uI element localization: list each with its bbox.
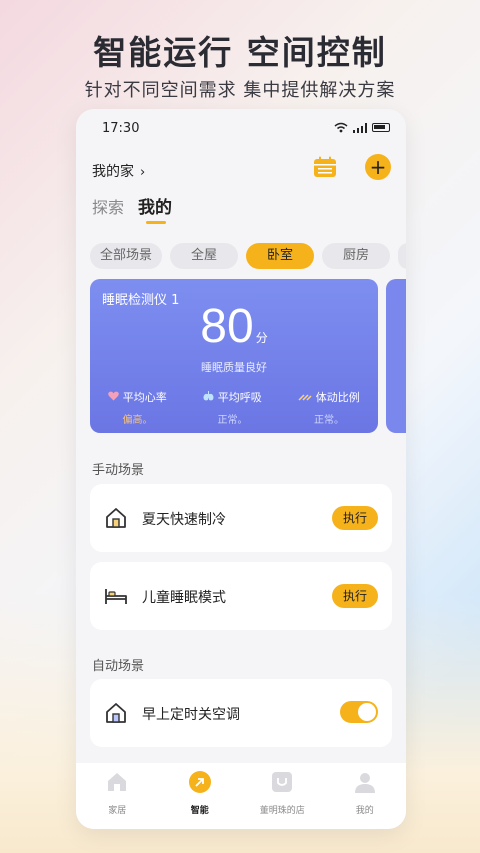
scene-toggle[interactable] xyxy=(340,701,378,723)
heart-icon xyxy=(108,391,120,401)
metric-breathing-value: 正常。 xyxy=(217,415,248,426)
sleep-card-carousel: 睡眠检测仪 1 80 分 睡眠质量良好 平均心率 偏高。 平均呼吸 正常。 体动… xyxy=(90,279,406,433)
calendar-icon[interactable] xyxy=(313,156,337,178)
nav-shop-label: 董明珠的店 xyxy=(259,806,305,816)
phone-screen: 17:30 我的家 › + 探索 我的 全部场景 全屋 卧室 厨房 睡眠检测仪 … xyxy=(76,109,406,829)
scene-label: 早上定时关空调 xyxy=(142,707,240,723)
home-title: 我的家 xyxy=(92,164,134,180)
sleep-quality: 睡眠质量良好 xyxy=(201,361,267,374)
manual-scenes-title: 手动场景 xyxy=(92,463,145,478)
nav-home[interactable]: 家居 xyxy=(82,763,152,829)
nav-profile[interactable]: 我的 xyxy=(330,763,400,829)
room-chips: 全部场景 全屋 卧室 厨房 xyxy=(90,243,406,269)
promo-headline: 智能运行 空间控制 xyxy=(93,33,387,72)
metric-motion-label: 体动比例 xyxy=(315,391,360,404)
house-icon xyxy=(106,703,126,723)
metric-breathing: 平均呼吸 正常。 xyxy=(203,389,262,426)
chip-kitchen[interactable]: 厨房 xyxy=(322,243,391,269)
lungs-icon xyxy=(203,391,214,401)
execute-button[interactable]: 执行 xyxy=(332,584,378,608)
nav-profile-label: 我的 xyxy=(355,806,374,816)
metric-motion: 体动比例 正常。 xyxy=(298,389,360,426)
signal-icon xyxy=(353,122,367,133)
metric-heart-rate-label: 平均心率 xyxy=(122,391,167,404)
execute-button[interactable]: 执行 xyxy=(332,506,378,530)
sleep-score-value: 80 xyxy=(200,300,254,353)
next-device-card[interactable] xyxy=(386,279,406,433)
chip-whole-house[interactable]: 全屋 xyxy=(170,243,239,269)
chip-all-scenes[interactable]: 全部场景 xyxy=(90,243,163,269)
sleep-monitor-card[interactable]: 睡眠检测仪 1 80 分 睡眠质量良好 平均心率 偏高。 平均呼吸 正常。 体动… xyxy=(90,279,378,433)
chip-bedroom[interactable]: 卧室 xyxy=(246,243,315,269)
wifi-icon xyxy=(334,122,348,133)
scene-card-child-sleep[interactable]: 儿童睡眠模式 执行 xyxy=(90,562,392,630)
scene-label: 儿童睡眠模式 xyxy=(142,590,226,606)
nav-shop[interactable]: 董明珠的店 xyxy=(247,763,317,829)
scene-label: 夏天快速制冷 xyxy=(142,512,226,528)
bed-icon xyxy=(105,589,127,604)
tab-mine[interactable]: 我的 xyxy=(138,193,172,224)
status-icons xyxy=(334,122,390,133)
tab-explore[interactable]: 探索 xyxy=(92,194,124,218)
metric-heart-rate-value: 偏高。 xyxy=(122,415,153,426)
chevron-right-icon: › xyxy=(140,165,146,180)
metric-heart-rate: 平均心率 偏高。 xyxy=(108,389,167,426)
bottom-nav: 家居 智能 董明珠的店 我的 xyxy=(76,763,406,829)
plus-icon: + xyxy=(369,155,387,179)
nav-smart[interactable]: 智能 xyxy=(165,763,235,829)
metric-motion-value: 正常。 xyxy=(314,415,344,426)
smart-icon xyxy=(188,771,211,793)
top-tabs: 探索 我的 xyxy=(92,193,172,224)
scene-card-summer-cooling[interactable]: 夏天快速制冷 执行 xyxy=(90,484,392,552)
sleep-score: 80 分 xyxy=(90,299,378,354)
sleep-score-unit: 分 xyxy=(255,331,268,345)
status-time: 17:30 xyxy=(102,121,140,136)
home-icon xyxy=(108,773,127,791)
auto-scenes-title: 自动场景 xyxy=(92,659,145,674)
nav-smart-label: 智能 xyxy=(190,806,209,816)
shop-icon xyxy=(272,772,293,792)
house-icon xyxy=(106,508,126,528)
battery-icon xyxy=(372,123,390,132)
status-bar: 17:30 xyxy=(76,109,406,149)
motion-icon xyxy=(298,394,312,401)
profile-icon xyxy=(354,773,375,793)
home-selector[interactable]: 我的家 › xyxy=(92,161,145,181)
chip-more[interactable] xyxy=(398,243,406,269)
promo-subline: 针对不同空间需求 集中提供解决方案 xyxy=(84,80,396,101)
metric-breathing-label: 平均呼吸 xyxy=(217,391,262,404)
add-button[interactable]: + xyxy=(365,154,391,180)
nav-home-label: 家居 xyxy=(108,806,127,816)
scene-card-morning-ac-off[interactable]: 早上定时关空调 xyxy=(90,679,392,747)
sleep-metrics: 平均心率 偏高。 平均呼吸 正常。 体动比例 正常。 xyxy=(90,389,378,426)
